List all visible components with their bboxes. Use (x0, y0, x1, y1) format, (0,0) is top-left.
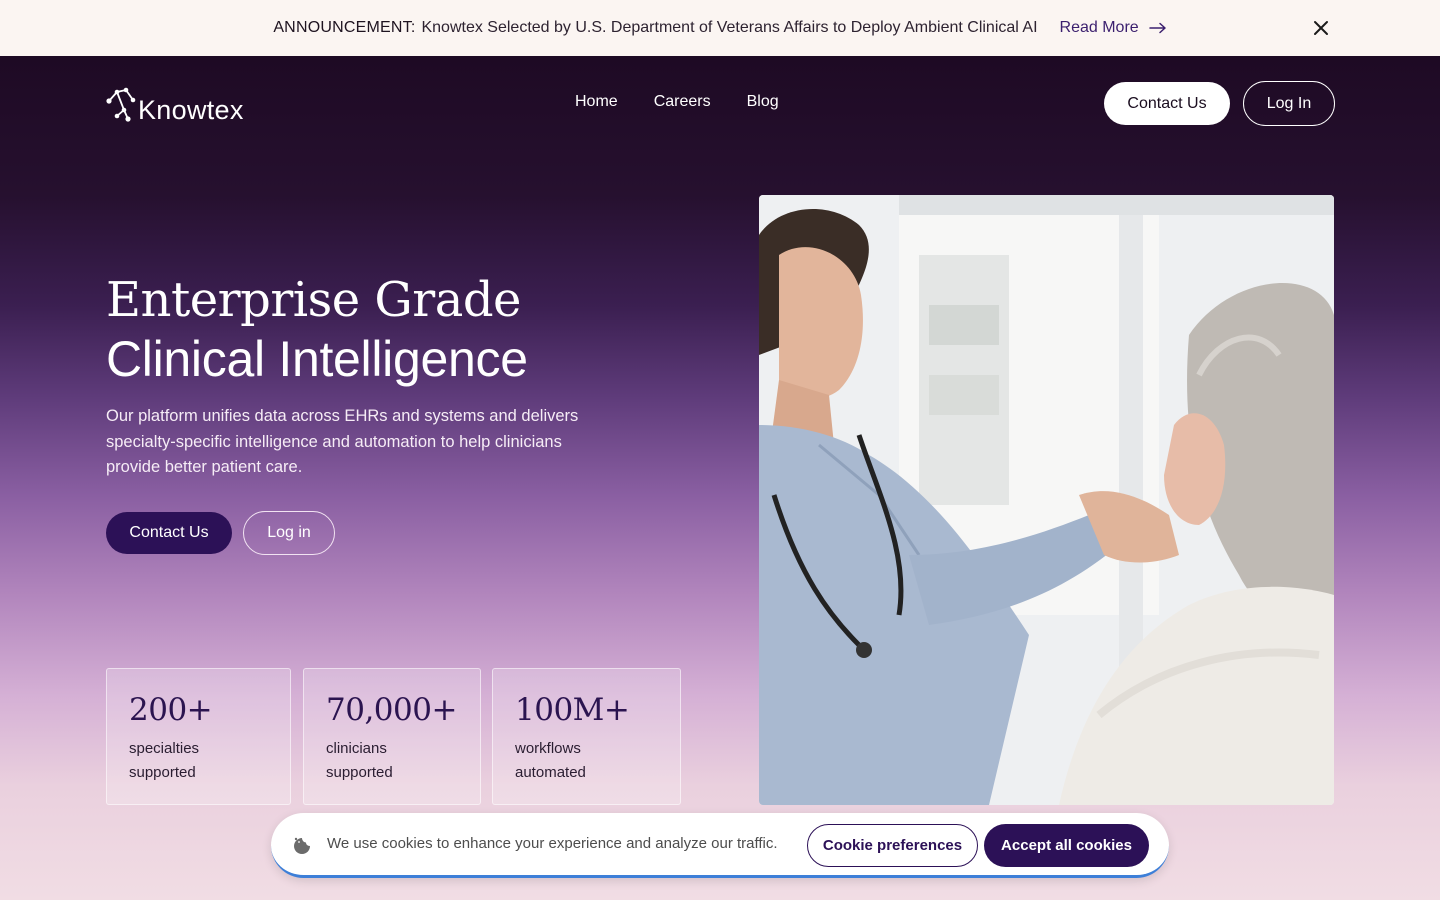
stat-value: 70,000+ (326, 692, 457, 728)
hero-photo-doctor-examining-patient (759, 195, 1334, 805)
doctor-patient-illustration (759, 195, 1334, 805)
read-more-link[interactable]: Read More (1060, 19, 1167, 37)
header-contact-button[interactable]: Contact Us (1104, 82, 1230, 125)
nav-careers[interactable]: Careers (654, 93, 711, 111)
hero-title-line-2: Clinical Intelligence (106, 331, 528, 387)
nav-home[interactable]: Home (575, 93, 618, 111)
hero-contact-button[interactable]: Contact Us (106, 512, 232, 554)
stat-label: clinicians supported (326, 740, 393, 781)
hero-title-line-1: Enterprise Grade (106, 272, 521, 328)
cookie-icon (294, 837, 310, 854)
main-nav: Home Careers Blog (575, 93, 779, 111)
stat-label: workflows automated (515, 740, 586, 781)
announcement-label: ANNOUNCEMENT: (273, 19, 416, 36)
stat-label: specialties supported (129, 740, 200, 781)
stat-value: 200+ (129, 692, 213, 728)
stat-value: 100M+ (515, 692, 630, 728)
accept-all-cookies-button[interactable]: Accept all cookies (984, 824, 1149, 867)
header-login-button[interactable]: Log In (1243, 81, 1335, 126)
announcement-text: Knowtex Selected by U.S. Department of V… (421, 19, 1038, 36)
hero-login-button[interactable]: Log in (243, 511, 335, 555)
announcement-bar: ANNOUNCEMENT: Knowtex Selected by U.S. D… (0, 0, 1440, 56)
arrow-right-icon (1148, 22, 1166, 34)
stat-card-workflows: 100M+ workflows automated (492, 668, 681, 805)
cookie-preferences-button[interactable]: Cookie preferences (807, 824, 978, 867)
cookie-banner: We use cookies to enhance your experienc… (271, 813, 1169, 878)
stat-card-clinicians: 70,000+ clinicians supported (303, 668, 481, 805)
constellation-logo-icon (106, 87, 136, 122)
logo-text: Knowtex (138, 95, 244, 125)
cookie-message: We use cookies to enhance your experienc… (327, 835, 778, 852)
hero-description: Our platform unifies data across EHRs an… (106, 407, 579, 476)
knowtex-logo[interactable]: Knowtex (106, 82, 244, 126)
read-more-label: Read More (1059, 19, 1139, 36)
close-icon[interactable] (1310, 17, 1332, 39)
nav-blog[interactable]: Blog (747, 93, 779, 111)
stat-card-specialties: 200+ specialties supported (106, 668, 291, 805)
